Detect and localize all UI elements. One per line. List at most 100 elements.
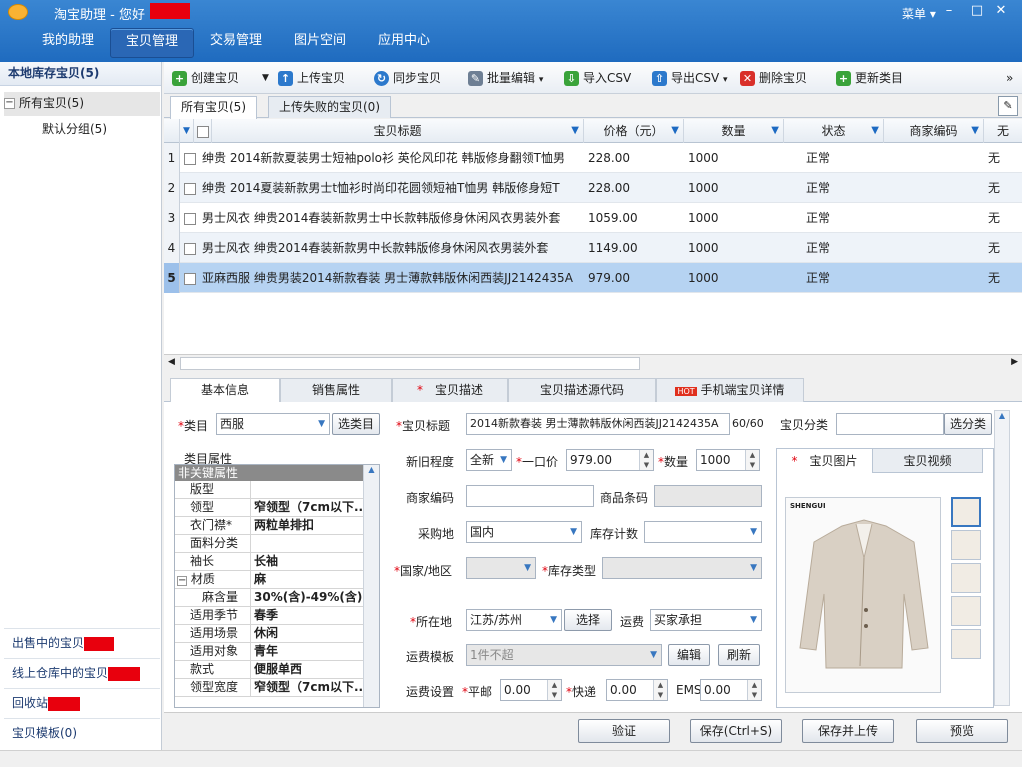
collapse-icon[interactable]: − (4, 98, 15, 109)
row-checkbox[interactable] (184, 263, 198, 293)
thumbnail-image[interactable] (951, 629, 981, 659)
row-checkbox[interactable] (184, 233, 198, 263)
close-button[interactable]: ✕ (992, 3, 1010, 18)
location-select-button[interactable]: 选择 (564, 609, 612, 631)
attr-row[interactable]: 麻含量 30%(含)-49%(含) (175, 589, 379, 607)
nav-tab-app-center[interactable]: 应用中心 (362, 28, 446, 58)
attr-row[interactable]: − 材质麻 (175, 571, 379, 589)
column-header-status[interactable]: 状态 ▼ (784, 119, 884, 143)
tab-sales-attributes[interactable]: 销售属性 (280, 378, 392, 402)
sidebar-item-on-sale[interactable]: 出售中的宝贝 (4, 628, 160, 656)
nav-tab-item-management[interactable]: 宝贝管理 (110, 28, 194, 58)
origin-select[interactable]: 国内 ▼ (466, 521, 582, 543)
edit-template-button[interactable]: 编辑 (668, 644, 710, 666)
express-fee-input[interactable]: 0.00 ▲ ▼ (606, 679, 668, 701)
scroll-right-icon[interactable]: ▶ (1011, 357, 1018, 367)
tab-item-images[interactable]: * 宝贝图片 (777, 449, 873, 473)
sidebar-item-templates[interactable]: 宝贝模板(0) (4, 718, 160, 746)
main-menu-button[interactable]: 菜单 ▾ (902, 5, 936, 22)
filter-icon[interactable]: ▼ (771, 119, 779, 143)
shipping-template-select[interactable]: 1件不超 ▼ (466, 644, 662, 666)
nav-tab-trade-management[interactable]: 交易管理 (194, 28, 278, 58)
attr-row[interactable]: 适用对象 青年 (175, 643, 379, 661)
tab-item-video[interactable]: 宝贝视频 (873, 449, 983, 473)
country-select[interactable]: ▼ (466, 557, 536, 579)
row-checkbox[interactable] (184, 203, 198, 233)
table-row[interactable]: 3 男士风衣 绅贵2014春装新款男士中长款韩版修身休闲风衣男装外套 1059.… (164, 203, 1022, 233)
table-row[interactable]: 1 绅贵 2014新款夏装男士短袖polo衫 英伦风印花 韩版修身翻领T恤男 2… (164, 143, 1022, 173)
horizontal-scrollbar[interactable]: ◀ ▶ (164, 354, 1022, 372)
main-product-image[interactable]: SHENGUI (785, 497, 941, 693)
minimize-button[interactable]: – (940, 3, 958, 18)
attr-row[interactable]: 面料分类 (175, 535, 379, 553)
save-button[interactable]: 保存(Ctrl+S) (690, 719, 782, 743)
scrollbar-thumb[interactable] (180, 357, 640, 370)
tab-all-items[interactable]: 所有宝贝(5) (170, 96, 257, 119)
row-checkbox[interactable] (184, 173, 198, 203)
tree-item-all-items[interactable]: − 所有宝贝(5) (4, 92, 160, 116)
maximize-button[interactable]: □ (968, 3, 986, 18)
tab-item-description[interactable]: * 宝贝描述 (392, 378, 508, 402)
stock-type-select[interactable]: ▼ (602, 557, 762, 579)
select-category-button[interactable]: 选类目 (332, 413, 380, 435)
price-input[interactable]: 979.00 ▲ ▼ (566, 449, 654, 471)
quantity-input[interactable]: 1000 ▲ ▼ (696, 449, 760, 471)
scroll-left-icon[interactable]: ◀ (168, 357, 175, 367)
column-header-title[interactable]: 宝贝标题 ▼ (212, 119, 584, 143)
thumbnail-image[interactable] (951, 563, 981, 593)
validate-button[interactable]: 验证 (578, 719, 670, 743)
delete-item-button[interactable]: ✕ 删除宝贝 (740, 68, 807, 88)
refresh-template-button[interactable]: 刷新 (718, 644, 760, 666)
attr-row[interactable]: 款式 便服单西 (175, 661, 379, 679)
category-select[interactable]: 西服 ▼ (216, 413, 330, 435)
export-csv-button[interactable]: ⇧ 导出CSV ▾ (652, 68, 728, 88)
attr-row[interactable]: 袖长 长袖 (175, 553, 379, 571)
batch-edit-button[interactable]: ✎ 批量编辑 ▾ (468, 68, 543, 88)
thumbnail-image[interactable] (951, 497, 981, 527)
attr-row[interactable]: 衣门襟* 两粒单排扣 (175, 517, 379, 535)
import-csv-button[interactable]: ⇩ 导入CSV (564, 68, 631, 88)
tab-upload-failed[interactable]: 上传失败的宝贝(0) (268, 96, 391, 118)
table-row[interactable]: 2 绅贵 2014夏装新款男士t恤衫时尚印花圆领短袖T恤男 韩版修身短T 228… (164, 173, 1022, 203)
column-header-quantity[interactable]: 数量 ▼ (684, 119, 784, 143)
table-row[interactable]: 4 男士风衣 绅贵2014春装新款男中长款韩版修身休闲风衣男装外套 1149.0… (164, 233, 1022, 263)
sidebar-item-recycle-bin[interactable]: 回收站 (4, 688, 160, 716)
location-select[interactable]: 江苏/苏州 ▼ (466, 609, 562, 631)
shop-category-input[interactable] (836, 413, 944, 435)
column-header-price[interactable]: 价格（元） ▼ (584, 119, 684, 143)
preview-button[interactable]: 预览 (916, 719, 1008, 743)
create-dropdown-icon[interactable]: ▼ (262, 68, 269, 88)
nav-tab-my-assistant[interactable]: 我的助理 (26, 28, 110, 58)
filter-icon[interactable]: ▼ (971, 119, 979, 143)
attr-row[interactable]: 适用场景 休闲 (175, 625, 379, 643)
thumbnail-image[interactable] (951, 596, 981, 626)
select-all-checkbox[interactable] (194, 119, 212, 143)
column-header-merchant-code[interactable]: 商家编码 ▼ (884, 119, 984, 143)
attr-row[interactable]: 适用季节 春季 (175, 607, 379, 625)
filter-icon[interactable]: ▼ (671, 119, 679, 143)
tab-basic-info[interactable]: 基本信息 (170, 378, 280, 402)
shipping-select[interactable]: 买家承担 ▼ (650, 609, 762, 631)
filter-icon[interactable]: ▼ (180, 119, 194, 143)
column-header-extra[interactable]: 无 (984, 119, 1022, 143)
condition-select[interactable]: 全新 ▼ (466, 449, 512, 471)
thumbnail-image[interactable] (951, 530, 981, 560)
sidebar-item-warehouse[interactable]: 线上仓库中的宝贝 (4, 658, 160, 686)
upload-item-button[interactable]: ↑ 上传宝贝 (278, 68, 345, 88)
update-category-button[interactable]: + 更新类目 (836, 68, 903, 88)
merchant-code-input[interactable] (466, 485, 594, 507)
post-fee-input[interactable]: 0.00 ▲ ▼ (500, 679, 562, 701)
save-and-upload-button[interactable]: 保存并上传 (802, 719, 894, 743)
title-input[interactable]: 2014新款春装 男士薄款韩版休闲西装JJ2142435A (466, 413, 730, 435)
attr-row[interactable]: 领型 窄领型（7cm以下... (175, 499, 379, 517)
create-item-button[interactable]: + 创建宝贝 (172, 68, 239, 88)
ems-fee-input[interactable]: 0.00 ▲ ▼ (700, 679, 762, 701)
attrs-scrollbar[interactable]: ▲ (363, 465, 379, 707)
tab-mobile-details[interactable]: HOT 手机端宝贝详情 (656, 378, 804, 402)
attr-row[interactable]: 版型 (175, 481, 379, 499)
toolbar-overflow-button[interactable]: » (1006, 68, 1013, 88)
select-shop-category-button[interactable]: 选分类 (944, 413, 992, 435)
filter-icon[interactable]: ▼ (871, 119, 879, 143)
tab-description-source[interactable]: 宝贝描述源代码 (508, 378, 656, 402)
sync-item-button[interactable]: ↻ 同步宝贝 (374, 68, 441, 88)
